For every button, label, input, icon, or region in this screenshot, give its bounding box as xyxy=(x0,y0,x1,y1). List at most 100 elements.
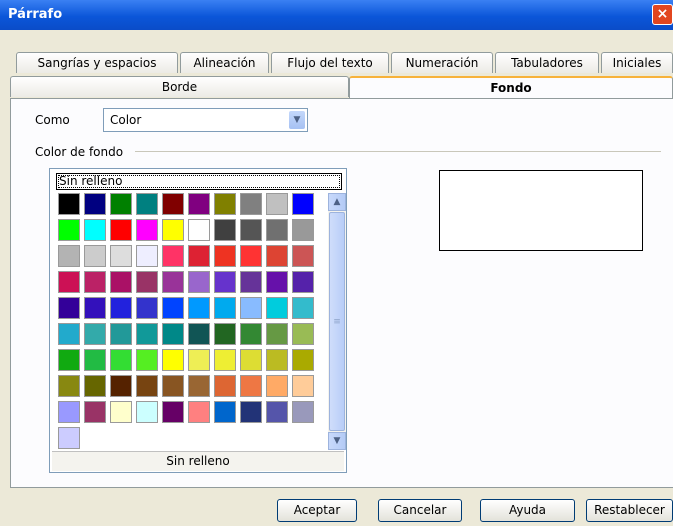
color-swatch[interactable] xyxy=(136,193,158,215)
color-swatch[interactable] xyxy=(240,401,262,423)
color-swatch[interactable] xyxy=(240,297,262,319)
tab-borde[interactable]: Borde xyxy=(10,76,349,97)
color-swatch[interactable] xyxy=(58,401,80,423)
chevron-down-icon[interactable]: ▼ xyxy=(289,111,305,129)
color-swatch[interactable] xyxy=(58,349,80,371)
color-swatch[interactable] xyxy=(266,271,288,293)
color-swatch[interactable] xyxy=(84,219,106,241)
color-swatch[interactable] xyxy=(240,323,262,345)
reset-button[interactable]: Restablecer xyxy=(586,499,673,522)
color-swatch[interactable] xyxy=(214,375,236,397)
color-swatch[interactable] xyxy=(58,271,80,293)
scroll-thumb[interactable]: ≡ xyxy=(329,212,345,431)
color-scrollbar[interactable]: ▲ ≡ ▼ xyxy=(328,193,346,450)
color-swatch[interactable] xyxy=(292,349,314,371)
color-swatch[interactable] xyxy=(162,219,184,241)
color-swatch[interactable] xyxy=(84,323,106,345)
color-swatch[interactable] xyxy=(214,323,236,345)
color-swatch[interactable] xyxy=(214,297,236,319)
color-swatch[interactable] xyxy=(162,375,184,397)
color-swatch[interactable] xyxy=(266,219,288,241)
close-button[interactable]: × xyxy=(652,4,673,25)
color-swatch[interactable] xyxy=(292,245,314,267)
color-swatch[interactable] xyxy=(292,375,314,397)
color-swatch[interactable] xyxy=(110,349,132,371)
color-swatch[interactable] xyxy=(214,193,236,215)
scroll-up-icon[interactable]: ▲ xyxy=(328,193,346,211)
tab-iniciales[interactable]: Iniciales xyxy=(601,52,673,73)
color-swatch[interactable] xyxy=(188,219,210,241)
color-swatch[interactable] xyxy=(110,193,132,215)
ok-button[interactable]: Aceptar xyxy=(277,499,357,522)
color-swatch[interactable] xyxy=(110,323,132,345)
color-swatch[interactable] xyxy=(188,401,210,423)
color-swatch[interactable] xyxy=(110,375,132,397)
color-swatch[interactable] xyxy=(240,349,262,371)
color-swatch[interactable] xyxy=(214,245,236,267)
color-swatch[interactable] xyxy=(214,219,236,241)
color-swatch[interactable] xyxy=(162,323,184,345)
color-swatch[interactable] xyxy=(58,323,80,345)
color-swatch[interactable] xyxy=(136,349,158,371)
color-swatch[interactable] xyxy=(136,271,158,293)
color-swatch[interactable] xyxy=(110,297,132,319)
como-select[interactable]: Color ▼ xyxy=(103,108,308,132)
color-swatch[interactable] xyxy=(136,219,158,241)
tab-numeracion[interactable]: Numeración xyxy=(391,52,493,73)
color-swatch[interactable] xyxy=(188,323,210,345)
color-swatch[interactable] xyxy=(84,193,106,215)
tab-alineacion[interactable]: Alineación xyxy=(180,52,269,73)
color-swatch[interactable] xyxy=(214,401,236,423)
color-swatch[interactable] xyxy=(58,375,80,397)
color-swatch[interactable] xyxy=(266,297,288,319)
color-swatch[interactable] xyxy=(266,401,288,423)
color-swatch[interactable] xyxy=(58,297,80,319)
tab-fondo[interactable]: Fondo xyxy=(349,76,673,98)
color-swatch[interactable] xyxy=(292,271,314,293)
color-swatch[interactable] xyxy=(162,245,184,267)
color-swatch[interactable] xyxy=(292,297,314,319)
color-swatch[interactable] xyxy=(266,193,288,215)
color-swatch[interactable] xyxy=(292,401,314,423)
tab-tabuladores[interactable]: Tabuladores xyxy=(495,52,599,73)
color-swatch[interactable] xyxy=(240,219,262,241)
color-swatch[interactable] xyxy=(266,349,288,371)
color-swatch[interactable] xyxy=(136,401,158,423)
color-swatch[interactable] xyxy=(136,297,158,319)
color-swatch[interactable] xyxy=(58,193,80,215)
color-swatch[interactable] xyxy=(214,349,236,371)
color-swatch[interactable] xyxy=(110,219,132,241)
color-swatch[interactable] xyxy=(214,271,236,293)
color-swatch[interactable] xyxy=(188,375,210,397)
color-swatch[interactable] xyxy=(162,271,184,293)
color-swatch[interactable] xyxy=(136,323,158,345)
color-swatch[interactable] xyxy=(266,323,288,345)
color-swatch[interactable] xyxy=(84,297,106,319)
color-swatch[interactable] xyxy=(110,245,132,267)
color-swatch[interactable] xyxy=(266,375,288,397)
color-swatch[interactable] xyxy=(188,349,210,371)
color-swatch[interactable] xyxy=(162,401,184,423)
color-swatch[interactable] xyxy=(266,245,288,267)
color-swatch[interactable] xyxy=(84,375,106,397)
color-swatch[interactable] xyxy=(240,375,262,397)
color-swatch[interactable] xyxy=(292,193,314,215)
color-swatch[interactable] xyxy=(58,427,80,449)
cancel-button[interactable]: Cancelar xyxy=(378,499,462,522)
color-swatch[interactable] xyxy=(292,323,314,345)
help-button[interactable]: Ayuda xyxy=(480,499,575,522)
color-swatch[interactable] xyxy=(58,245,80,267)
color-swatch[interactable] xyxy=(84,349,106,371)
color-swatch[interactable] xyxy=(162,297,184,319)
color-swatch[interactable] xyxy=(188,193,210,215)
color-swatch[interactable] xyxy=(84,271,106,293)
color-swatch[interactable] xyxy=(240,193,262,215)
color-swatch[interactable] xyxy=(240,245,262,267)
color-swatch[interactable] xyxy=(188,245,210,267)
color-swatch[interactable] xyxy=(240,271,262,293)
color-swatch[interactable] xyxy=(84,401,106,423)
color-swatch[interactable] xyxy=(292,219,314,241)
color-swatch[interactable] xyxy=(162,193,184,215)
color-swatch[interactable] xyxy=(110,401,132,423)
color-swatch[interactable] xyxy=(188,271,210,293)
